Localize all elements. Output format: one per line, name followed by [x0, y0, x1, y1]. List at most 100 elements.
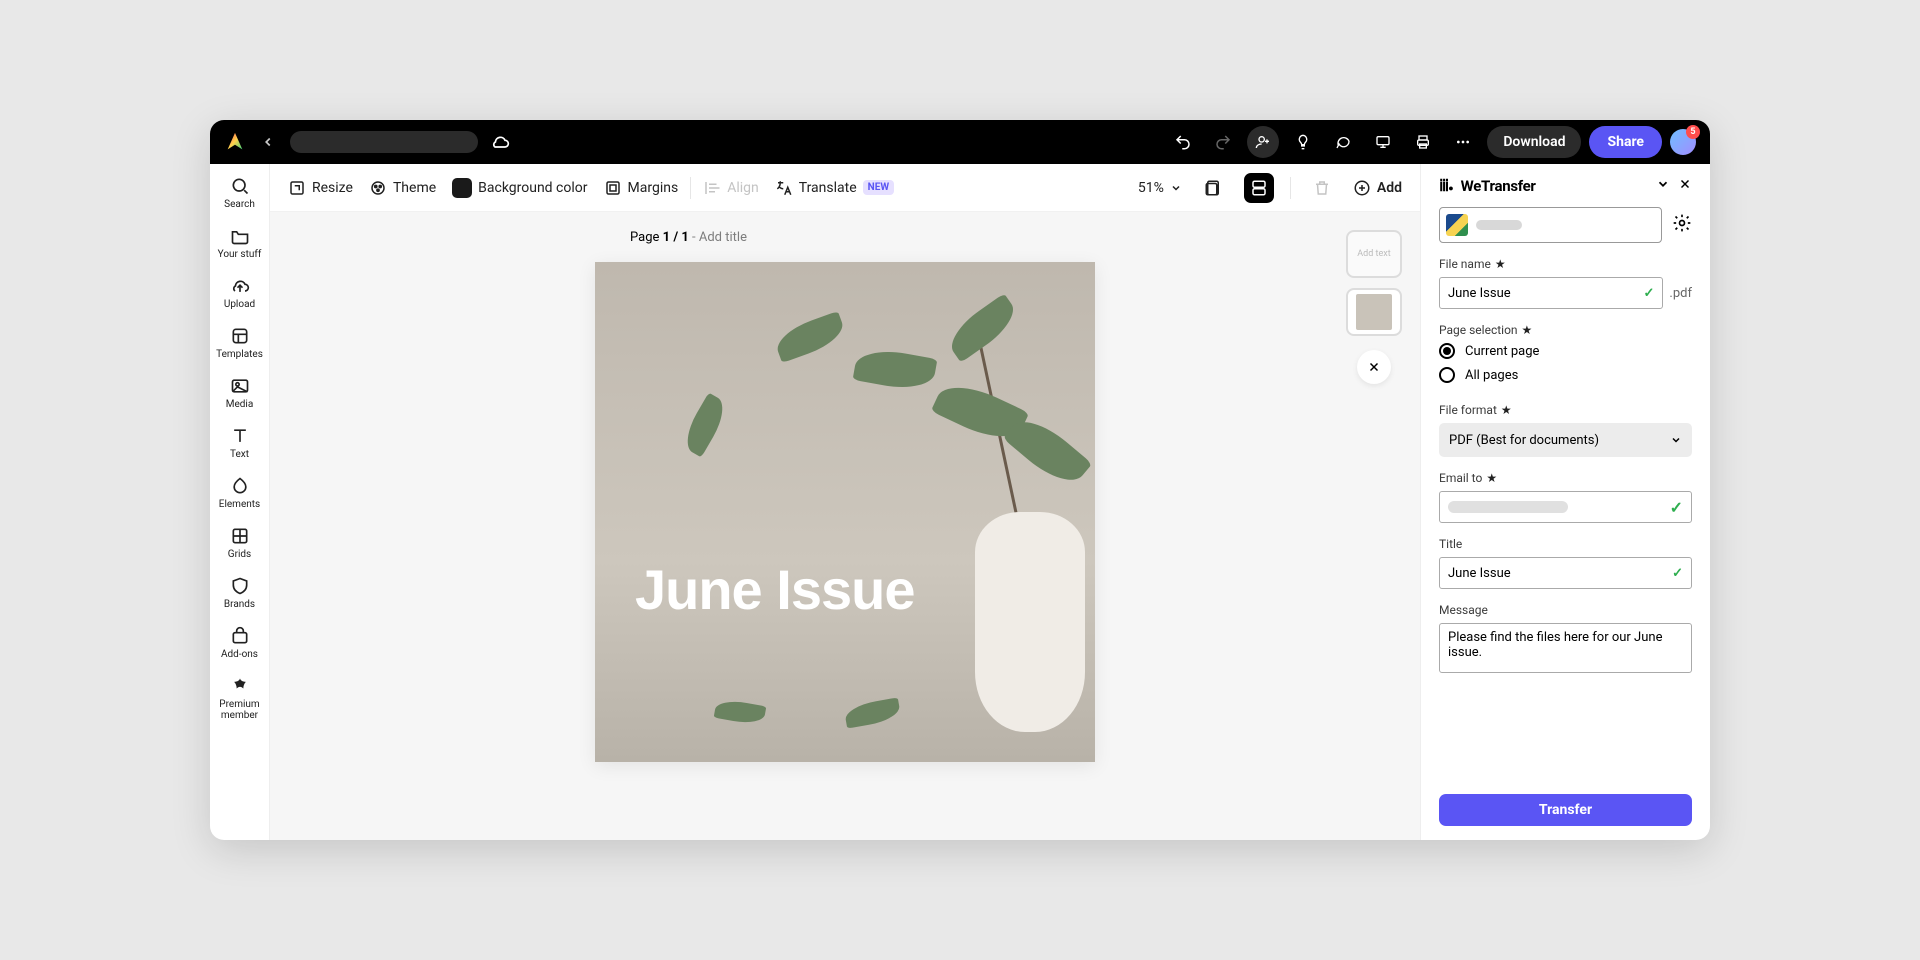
rail-brands[interactable]: Brands [210, 576, 269, 610]
design-canvas[interactable]: June Issue [595, 262, 1095, 762]
add-label: Add [1377, 180, 1402, 196]
tool-label: Background color [478, 180, 587, 196]
translate-tool[interactable]: TranslateNEW [775, 179, 894, 197]
check-icon: ✓ [1670, 498, 1683, 517]
download-button[interactable]: Download [1487, 126, 1581, 158]
canvas-title-text[interactable]: June Issue [635, 557, 914, 622]
app-logo-icon[interactable] [224, 131, 246, 153]
format-label: File format★ [1439, 403, 1692, 417]
thumbnail-page-1[interactable] [1346, 288, 1402, 336]
wetransfer-logo-icon: ⅲ● [1439, 176, 1453, 195]
left-rail: Search Your stuff Upload Templates Media… [210, 164, 270, 840]
tool-label: Theme [393, 180, 436, 196]
radio-label: Current page [1465, 344, 1539, 359]
email-placeholder [1448, 501, 1568, 513]
margins-tool[interactable]: Margins [604, 179, 679, 197]
notification-badge: 5 [1686, 125, 1700, 139]
format-select[interactable]: PDF (Best for documents) [1439, 423, 1692, 457]
add-page-button[interactable]: Add [1353, 179, 1402, 197]
center-area: Resize Theme Background color Margins Al… [270, 164, 1420, 840]
present-icon[interactable] [1367, 126, 1399, 158]
title-input[interactable]: June Issue✓ [1439, 557, 1692, 589]
more-icon[interactable] [1447, 126, 1479, 158]
undo-button[interactable] [1167, 126, 1199, 158]
radio-current-page[interactable]: Current page [1439, 343, 1692, 359]
rail-your-stuff[interactable]: Your stuff [210, 226, 269, 260]
print-icon[interactable] [1407, 126, 1439, 158]
email-label: Email to★ [1439, 471, 1692, 485]
file-ext: .pdf [1669, 286, 1692, 301]
resize-tool[interactable]: Resize [288, 179, 353, 197]
rail-media[interactable]: Media [210, 376, 269, 410]
leaf-graphic [853, 345, 938, 393]
page-thumbnails: Add text [1346, 230, 1402, 384]
layers-view-button[interactable] [1244, 173, 1274, 203]
rail-text[interactable]: Text [210, 426, 269, 460]
rail-label: Templates [216, 349, 263, 360]
back-button[interactable] [254, 128, 282, 156]
divider [690, 177, 691, 199]
radio-icon [1439, 343, 1455, 359]
lightbulb-icon[interactable] [1287, 126, 1319, 158]
canvas-area[interactable]: Page 1 / 1 - Add title June Issue Add te… [270, 212, 1420, 840]
pagesel-label: Page selection★ [1439, 323, 1692, 337]
panel-collapse-icon[interactable] [1656, 177, 1670, 195]
zoom-control[interactable]: 51% [1138, 180, 1182, 196]
email-input[interactable]: ✓ [1439, 491, 1692, 523]
close-thumbnails-button[interactable] [1357, 350, 1391, 384]
app-window: Download Share 5 Search Your stuff Uploa… [210, 120, 1710, 840]
radio-icon [1439, 367, 1455, 383]
top-bar: Download Share 5 [210, 120, 1710, 164]
rail-elements[interactable]: Elements [210, 476, 269, 510]
user-avatar[interactable]: 5 [1670, 129, 1696, 155]
check-icon: ✓ [1672, 566, 1683, 581]
panel-close-icon[interactable] [1678, 177, 1692, 195]
settings-gear-icon[interactable] [1672, 213, 1692, 237]
message-input[interactable] [1439, 623, 1692, 673]
wetransfer-panel: ⅲ● WeTransfer File name★ June Issue✓ .pd… [1420, 164, 1710, 840]
account-avatar-icon [1446, 214, 1468, 236]
message-label: Message [1439, 603, 1692, 617]
rail-grids[interactable]: Grids [210, 526, 269, 560]
rail-label: Text [230, 449, 249, 460]
filename-label: File name★ [1439, 257, 1692, 271]
panel-header: ⅲ● WeTransfer [1439, 176, 1692, 195]
rail-label: Elements [219, 499, 260, 510]
rail-label: Premiummember [219, 699, 259, 721]
invite-user-icon[interactable] [1247, 126, 1279, 158]
rail-search[interactable]: Search [210, 176, 269, 210]
pages-view-button[interactable] [1198, 173, 1228, 203]
delete-button[interactable] [1307, 173, 1337, 203]
divider [1290, 177, 1291, 199]
radio-label: All pages [1465, 368, 1518, 383]
top-search-input[interactable] [290, 131, 478, 153]
rail-label: Media [226, 399, 254, 410]
rail-premium[interactable]: Premiummember [210, 676, 269, 721]
vase-graphic [975, 512, 1085, 732]
page-label[interactable]: Page 1 / 1 - Add title [630, 230, 747, 245]
panel-brand: WeTransfer [1461, 177, 1536, 195]
radio-all-pages[interactable]: All pages [1439, 367, 1692, 383]
check-icon: ✓ [1644, 286, 1655, 301]
tool-label: Margins [628, 180, 679, 196]
bg-swatch-icon [452, 178, 472, 198]
bg-color-tool[interactable]: Background color [452, 178, 587, 198]
theme-tool[interactable]: Theme [369, 179, 436, 197]
rail-upload[interactable]: Upload [210, 276, 269, 310]
rail-label: Search [224, 199, 255, 210]
share-button[interactable]: Share [1589, 126, 1662, 158]
leaf-graphic [714, 698, 767, 726]
transfer-button[interactable]: Transfer [1439, 794, 1692, 826]
filename-input[interactable]: June Issue✓ [1439, 277, 1663, 309]
tool-label: Align [727, 180, 759, 196]
rail-addons[interactable]: Add-ons [210, 626, 269, 660]
align-tool: Align [703, 179, 759, 197]
rail-templates[interactable]: Templates [210, 326, 269, 360]
comment-icon[interactable] [1327, 126, 1359, 158]
account-selector[interactable] [1439, 207, 1662, 243]
redo-button[interactable] [1207, 126, 1239, 158]
cloud-sync-icon[interactable] [486, 128, 514, 156]
format-value: PDF (Best for documents) [1449, 433, 1599, 448]
account-placeholder [1476, 220, 1522, 230]
thumbnail-add[interactable]: Add text [1346, 230, 1402, 278]
